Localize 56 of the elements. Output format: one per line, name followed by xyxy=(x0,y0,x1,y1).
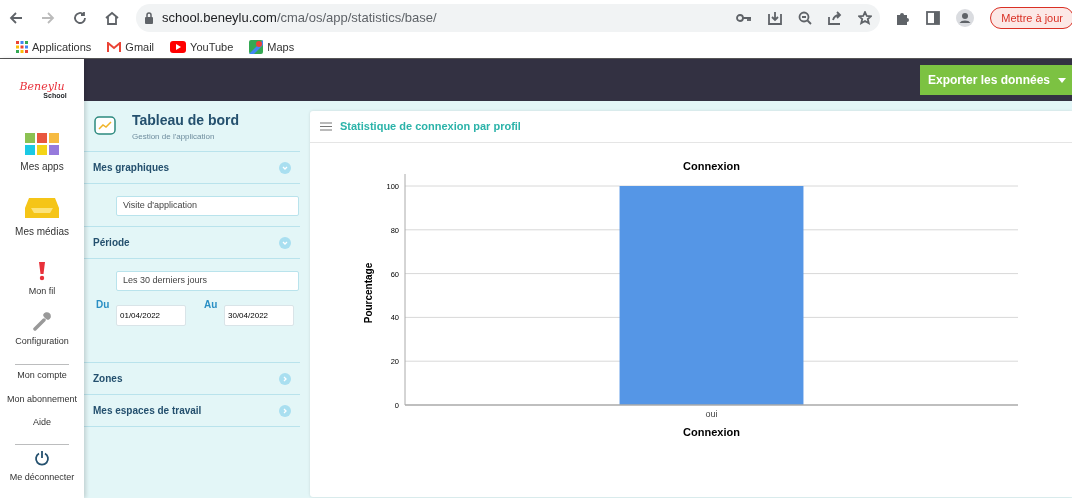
tray-icon xyxy=(25,196,59,220)
exclamation-icon xyxy=(38,261,46,281)
home-icon[interactable] xyxy=(104,10,120,26)
bookmark-link[interactable]: Maps xyxy=(267,38,295,56)
nav-link[interactable]: Mon fil xyxy=(28,285,56,299)
x-tick-label: oui xyxy=(705,409,718,419)
date-label: Au xyxy=(204,298,219,312)
mail-icon xyxy=(107,41,122,53)
section-header[interactable]: Zones xyxy=(84,362,300,394)
url-text: school.beneylu.com/cma/os/app/statistics/base/ xyxy=(162,9,437,28)
logo-text: Beneylu xyxy=(19,81,65,92)
date-field[interactable]: 30/04/2022 xyxy=(224,305,294,326)
lock-icon xyxy=(144,12,154,24)
caret-icon xyxy=(1058,77,1066,83)
section-header[interactable]: Période xyxy=(84,226,300,258)
nav-link[interactable]: Configuration xyxy=(15,334,69,348)
card-title: Statistique de connexion par profil xyxy=(340,119,521,135)
nav-link[interactable]: Aide xyxy=(33,416,51,430)
chart-title: Connexion xyxy=(683,160,740,172)
share-icon[interactable] xyxy=(828,11,843,25)
nav-link[interactable]: Mes médias xyxy=(15,224,69,239)
download-icon[interactable] xyxy=(768,11,783,25)
y-axis-title: Pourcentage xyxy=(363,262,374,324)
address-bar[interactable]: school.beneylu.com/cma/os/app/statistics/base/ xyxy=(136,4,881,32)
section-header[interactable]: Mes graphiques xyxy=(84,151,300,183)
date-label: Du xyxy=(96,298,111,312)
back-icon[interactable] xyxy=(8,10,24,26)
nav-link[interactable]: Mon abonnement xyxy=(6,392,78,406)
nav-link[interactable]: Me déconnecter xyxy=(9,470,75,484)
section-header[interactable]: Mes espaces de travail xyxy=(84,394,300,426)
zoom-out-icon[interactable] xyxy=(798,11,813,25)
reload-icon[interactable] xyxy=(72,10,88,26)
chart-board-icon xyxy=(94,116,116,136)
menu-icon[interactable] xyxy=(320,122,332,131)
dropdown[interactable]: Les 30 derniers jours xyxy=(116,271,299,291)
panel-title: Tableau de bord xyxy=(132,110,240,130)
app-grid-icon xyxy=(25,133,59,155)
date-field[interactable]: 01/04/2022 xyxy=(116,305,186,326)
x-axis-title: Connexion xyxy=(683,426,740,438)
bookmark-link[interactable]: Gmail xyxy=(125,38,155,56)
update-button[interactable]: Mettre à jour xyxy=(990,6,1072,30)
nav-link[interactable]: Mes apps xyxy=(20,159,64,174)
nav-link[interactable]: Mon compte xyxy=(17,369,67,383)
bookmark-link[interactable]: YouTube xyxy=(190,38,234,56)
play-icon xyxy=(170,41,187,53)
star-icon[interactable] xyxy=(858,11,873,25)
map-pin-icon xyxy=(249,40,264,54)
bookmark-link[interactable]: Applications xyxy=(32,38,92,56)
key-icon[interactable] xyxy=(736,13,753,23)
puzzle-icon[interactable] xyxy=(896,11,911,25)
avatar-icon[interactable] xyxy=(956,9,975,27)
side-panel-icon[interactable] xyxy=(926,11,941,25)
dropdown[interactable]: Visite d'application xyxy=(116,196,299,216)
apps-grid-icon xyxy=(16,41,28,53)
panel-subtitle: Gestion de l'application xyxy=(132,130,216,143)
power-icon xyxy=(34,450,50,467)
